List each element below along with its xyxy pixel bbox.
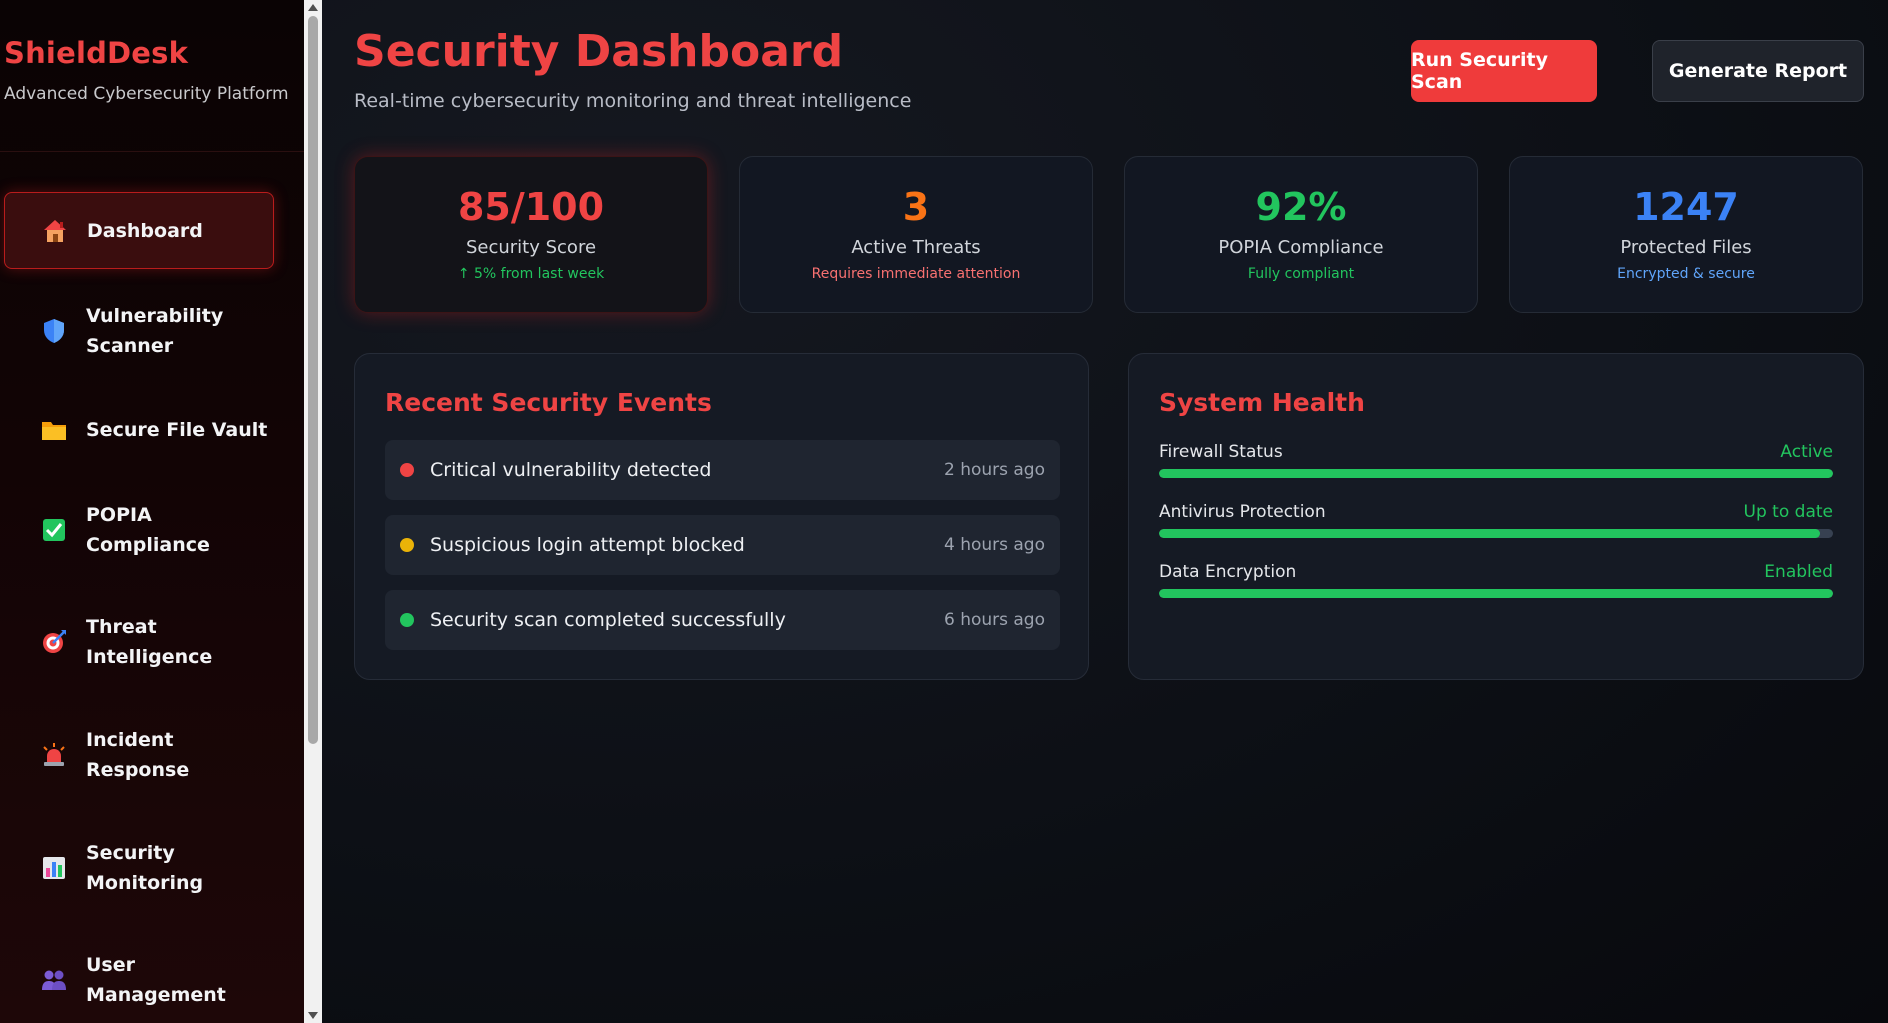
run-security-scan-button[interactable]: Run Security Scan bbox=[1411, 40, 1597, 102]
system-health-panel: System Health Firewall Status Active Ant… bbox=[1128, 353, 1864, 680]
sidebar-item-label: Security Monitoring bbox=[86, 842, 204, 894]
page-subtitle: Real-time cybersecurity monitoring and t… bbox=[354, 90, 912, 112]
sidebar-item-threat-intelligence[interactable]: Threat Intelligence bbox=[4, 607, 274, 677]
stat-value: 92% bbox=[1255, 185, 1347, 229]
health-progress-bar bbox=[1159, 589, 1833, 598]
target-icon bbox=[40, 628, 68, 656]
health-row-antivirus: Antivirus Protection Up to date bbox=[1159, 502, 1833, 538]
sidebar-item-label: Dashboard bbox=[87, 219, 203, 242]
sidebar-item-label: POPIA Compliance bbox=[86, 504, 210, 556]
health-progress-fill bbox=[1159, 529, 1820, 538]
sidebar-item-label: Secure File Vault bbox=[86, 419, 268, 441]
brand-title: ShieldDesk bbox=[4, 36, 189, 70]
health-status: Active bbox=[1780, 442, 1833, 462]
sidebar-item-dashboard[interactable]: Dashboard bbox=[4, 192, 274, 269]
sidebar-item-secure-file-vault[interactable]: Secure File Vault bbox=[4, 410, 274, 450]
stat-card-security-score: 85/100 Security Score ↑ 5% from last wee… bbox=[354, 156, 708, 313]
recent-events-panel: Recent Security Events Critical vulnerab… bbox=[354, 353, 1089, 680]
main-content: Security Dashboard Real-time cybersecuri… bbox=[322, 0, 1888, 1023]
health-name: Data Encryption bbox=[1159, 562, 1297, 582]
scrollbar-thumb[interactable] bbox=[308, 16, 318, 744]
event-text: Critical vulnerability detected bbox=[430, 459, 712, 481]
sidebar-nav: Dashboard Vulnerability Scanner Secure F… bbox=[0, 152, 304, 1006]
folder-icon bbox=[40, 416, 68, 444]
generate-report-button[interactable]: Generate Report bbox=[1652, 40, 1864, 102]
stat-note: Encrypted & secure bbox=[1617, 266, 1755, 282]
brand-subtitle: Advanced Cybersecurity Platform bbox=[4, 84, 289, 104]
users-icon bbox=[40, 966, 68, 994]
stat-label: POPIA Compliance bbox=[1218, 237, 1384, 258]
stat-label: Protected Files bbox=[1620, 237, 1752, 258]
status-dot-icon bbox=[400, 613, 414, 627]
sidebar: ShieldDesk Advanced Cybersecurity Platfo… bbox=[0, 0, 304, 1023]
event-time: 4 hours ago bbox=[943, 535, 1045, 555]
status-dot-icon bbox=[400, 463, 414, 477]
stat-value: 85/100 bbox=[457, 185, 605, 229]
brand: ShieldDesk Advanced Cybersecurity Platfo… bbox=[0, 0, 304, 152]
health-progress-bar bbox=[1159, 469, 1833, 478]
siren-icon bbox=[40, 741, 68, 769]
event-row[interactable]: Security scan completed successfully 6 h… bbox=[385, 590, 1060, 650]
shield-icon bbox=[40, 317, 68, 345]
health-progress-fill bbox=[1159, 469, 1833, 478]
page-title: Security Dashboard bbox=[354, 26, 844, 77]
stat-value: 1247 bbox=[1633, 185, 1739, 229]
stat-note: ↑ 5% from last week bbox=[457, 266, 605, 282]
status-dot-icon bbox=[400, 538, 414, 552]
scroll-up-arrow-icon[interactable] bbox=[308, 4, 318, 11]
panel-title: System Health bbox=[1159, 388, 1365, 417]
stat-label: Active Threats bbox=[851, 237, 981, 258]
sidebar-item-vulnerability-scanner[interactable]: Vulnerability Scanner bbox=[4, 296, 274, 366]
sidebar-item-popia-compliance[interactable]: POPIA Compliance bbox=[4, 495, 274, 565]
health-name: Antivirus Protection bbox=[1159, 502, 1326, 522]
stat-card-protected-files: 1247 Protected Files Encrypted & secure bbox=[1509, 156, 1863, 313]
event-time: 6 hours ago bbox=[943, 610, 1045, 630]
stat-value: 3 bbox=[902, 185, 930, 229]
sidebar-scrollbar[interactable] bbox=[304, 0, 322, 1023]
sidebar-item-label: Incident Response bbox=[86, 729, 190, 781]
event-row[interactable]: Suspicious login attempt blocked 4 hours… bbox=[385, 515, 1060, 575]
sidebar-item-label: Vulnerability Scanner bbox=[86, 305, 224, 357]
sidebar-item-label: User Management bbox=[86, 954, 226, 1006]
stat-note: Requires immediate attention bbox=[811, 266, 1021, 282]
health-status: Enabled bbox=[1764, 562, 1833, 582]
event-text: Suspicious login attempt blocked bbox=[430, 534, 745, 556]
health-row-firewall: Firewall Status Active bbox=[1159, 442, 1833, 478]
scroll-down-arrow-icon[interactable] bbox=[308, 1012, 318, 1019]
event-text: Security scan completed successfully bbox=[430, 609, 786, 631]
health-row-encryption: Data Encryption Enabled bbox=[1159, 562, 1833, 598]
stat-card-popia-compliance: 92% POPIA Compliance Fully compliant bbox=[1124, 156, 1478, 313]
event-time: 2 hours ago bbox=[943, 460, 1045, 480]
sidebar-item-security-monitoring[interactable]: Security Monitoring bbox=[4, 833, 274, 903]
event-row[interactable]: Critical vulnerability detected 2 hours … bbox=[385, 440, 1060, 500]
health-progress-bar bbox=[1159, 529, 1833, 538]
stat-card-active-threats: 3 Active Threats Requires immediate atte… bbox=[739, 156, 1093, 313]
house-icon bbox=[41, 217, 69, 245]
stat-label: Security Score bbox=[465, 237, 597, 258]
health-status: Up to date bbox=[1743, 502, 1833, 522]
sidebar-item-label: Threat Intelligence bbox=[86, 616, 213, 668]
stat-note: Fully compliant bbox=[1247, 266, 1355, 282]
panel-title: Recent Security Events bbox=[385, 388, 712, 417]
bar-chart-icon bbox=[40, 854, 68, 882]
check-box-icon bbox=[40, 516, 68, 544]
health-name: Firewall Status bbox=[1159, 442, 1283, 462]
health-progress-fill bbox=[1159, 589, 1833, 598]
sidebar-item-user-management[interactable]: User Management bbox=[4, 945, 274, 1015]
sidebar-item-incident-response[interactable]: Incident Response bbox=[4, 720, 274, 790]
